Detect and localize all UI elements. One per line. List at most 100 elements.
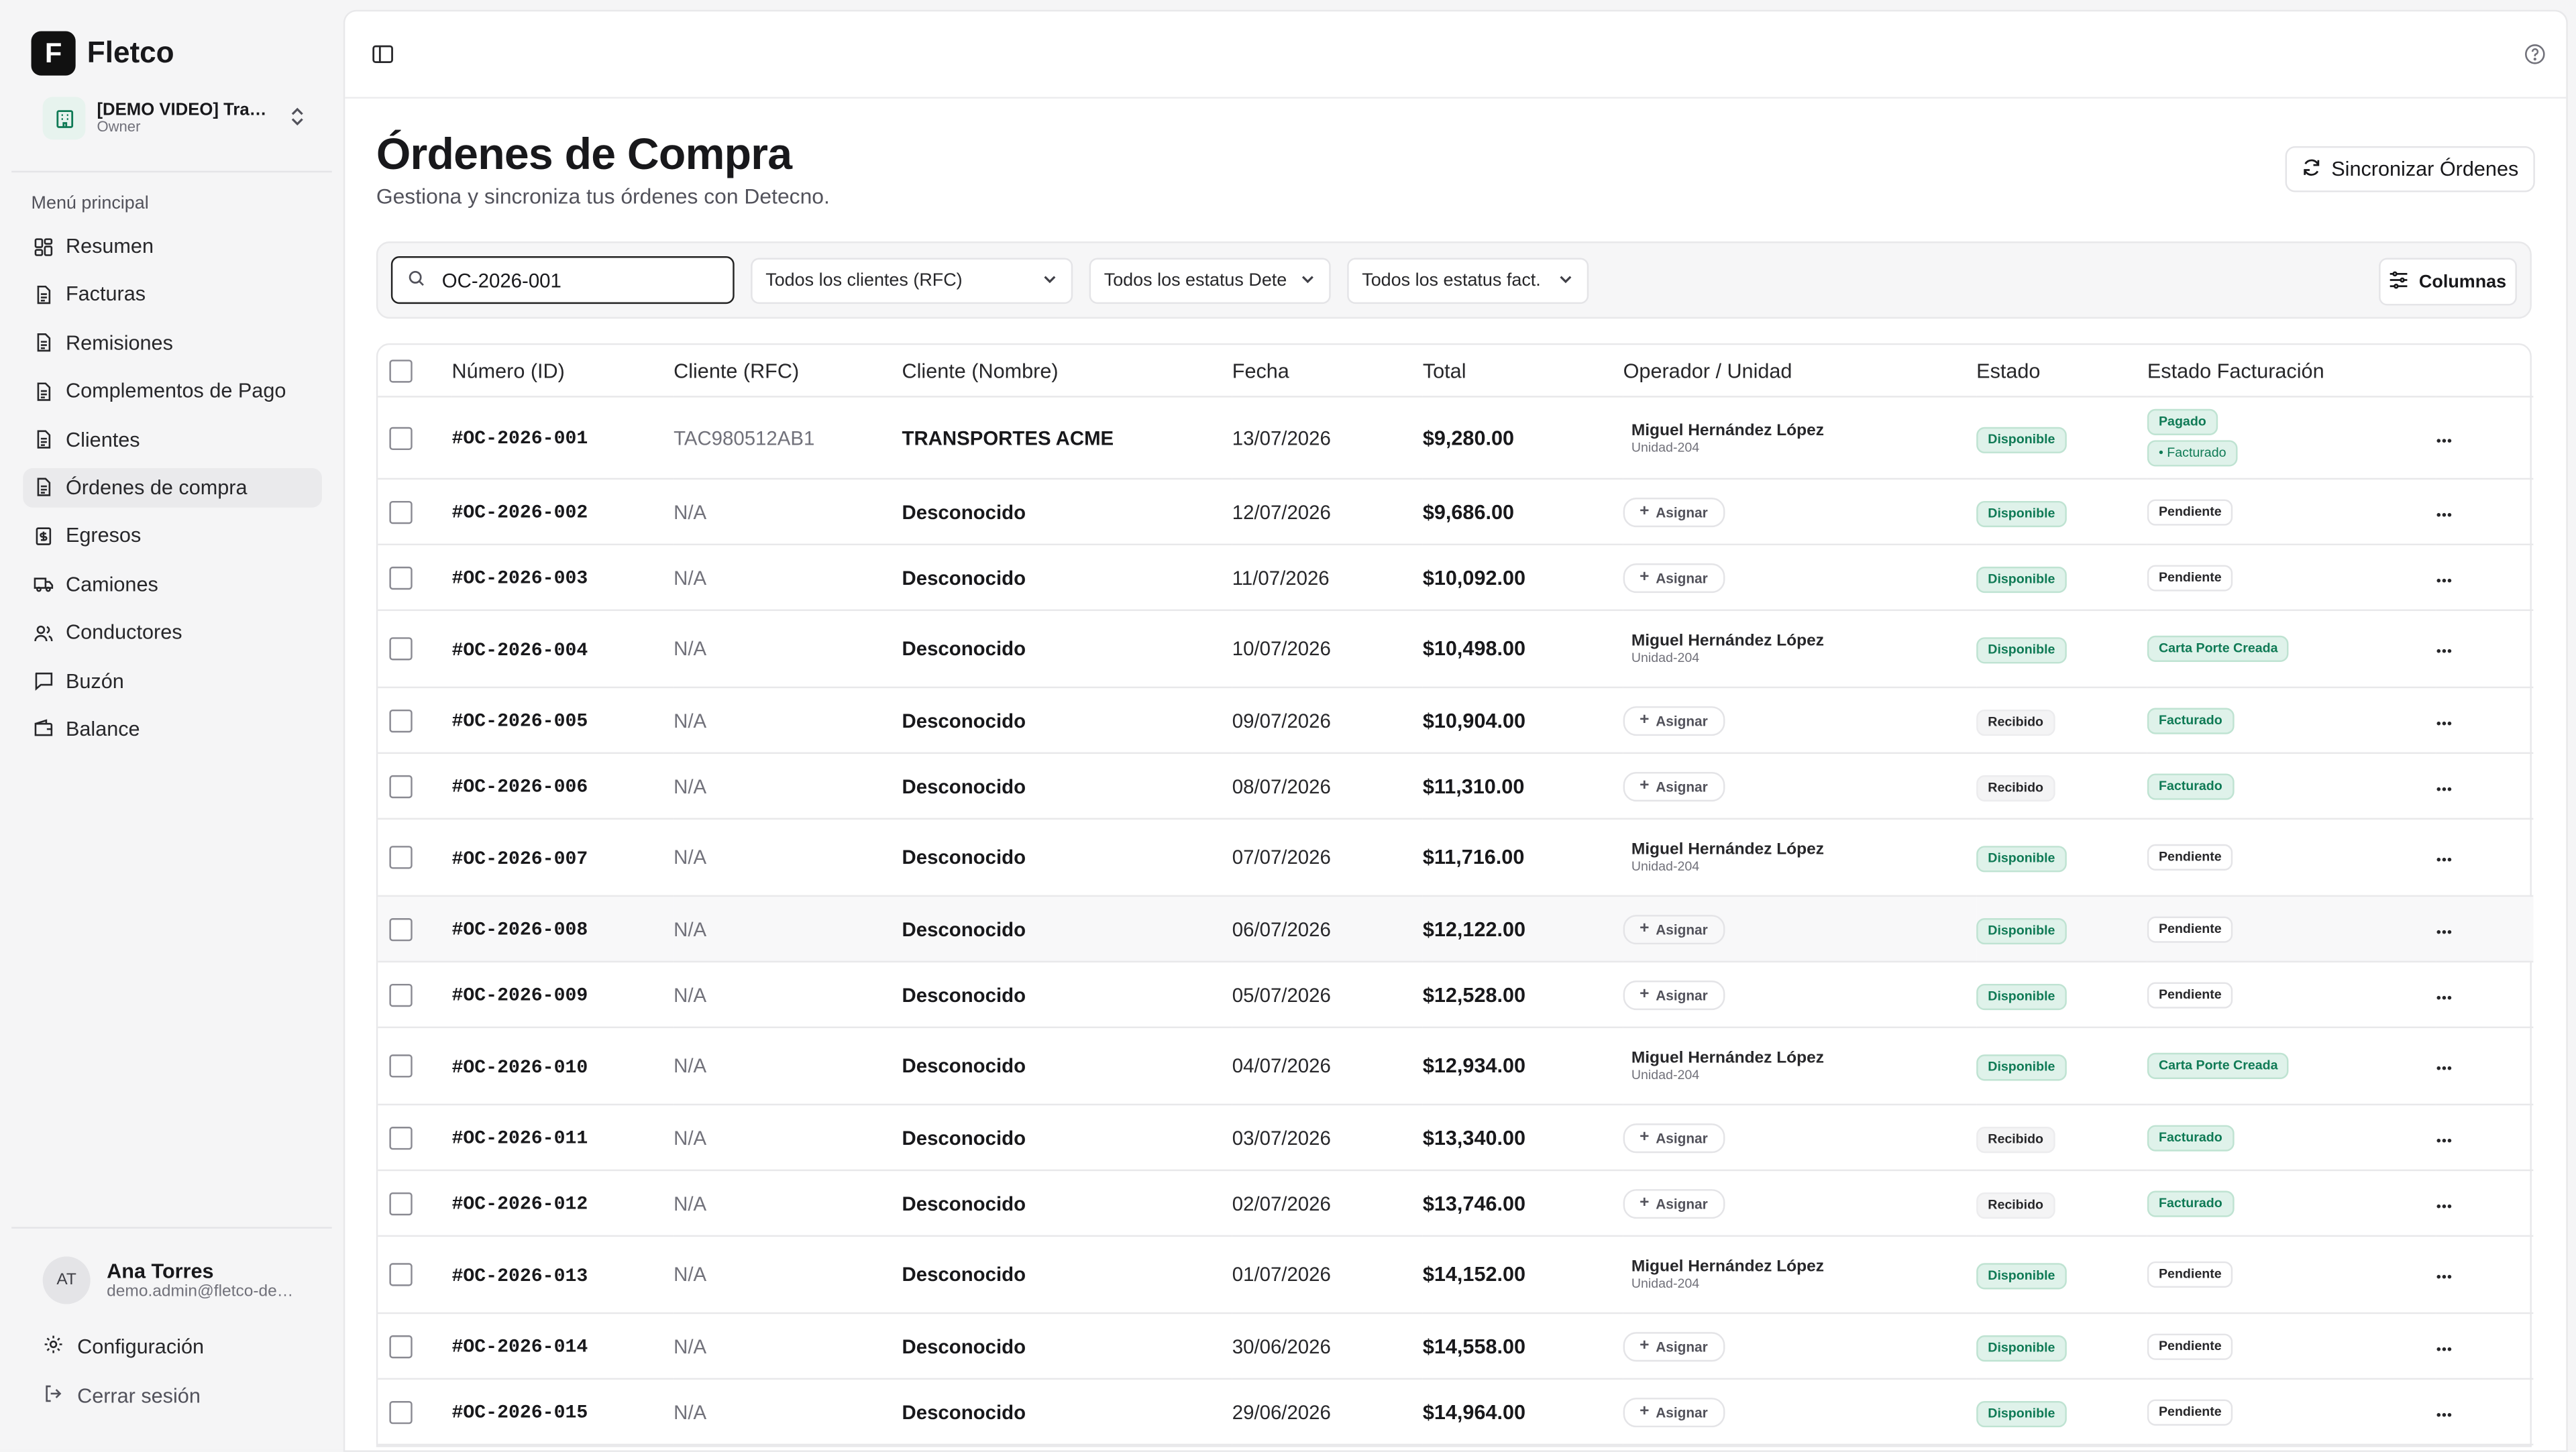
more-actions-icon[interactable]: ••• bbox=[2436, 1407, 2453, 1422]
assign-button[interactable]: + Asignar bbox=[1623, 771, 1725, 801]
column-header[interactable]: Fecha bbox=[1232, 345, 1423, 398]
order-id[interactable]: #OC-2026-008 bbox=[451, 919, 588, 941]
row-checkbox[interactable] bbox=[389, 637, 413, 661]
table-row[interactable]: #OC-2026-003 N/A Desconocido 11/07/2026 $10,… bbox=[378, 544, 2534, 612]
more-actions-icon[interactable]: ••• bbox=[2436, 781, 2453, 795]
sidebar-item[interactable]: Balance bbox=[23, 710, 322, 749]
table-row[interactable]: #OC-2026-004 N/A Desconocido 10/07/2026 $10,… bbox=[378, 610, 2534, 689]
column-header[interactable]: Cliente (RFC) bbox=[674, 345, 902, 398]
sidebar-item[interactable]: Buzón bbox=[23, 661, 322, 701]
sidebar-item[interactable]: Remisiones bbox=[23, 323, 322, 363]
search-input[interactable] bbox=[438, 266, 708, 294]
logout-link[interactable]: Cerrar sesión bbox=[43, 1383, 201, 1409]
column-header[interactable]: Número (ID) bbox=[451, 345, 674, 398]
columns-button[interactable]: Columnas bbox=[2379, 258, 2517, 306]
table-row[interactable]: #OC-2026-006 N/A Desconocido 08/07/2026 $11,… bbox=[378, 752, 2534, 820]
search-box[interactable] bbox=[390, 256, 735, 304]
more-actions-icon[interactable]: ••• bbox=[2436, 852, 2453, 867]
row-checkbox[interactable] bbox=[389, 1334, 413, 1358]
order-id[interactable]: #OC-2026-011 bbox=[451, 1128, 588, 1150]
org-switcher[interactable]: [DEMO VIDEO] Transportes Owner bbox=[42, 94, 306, 143]
row-checkbox[interactable] bbox=[389, 426, 413, 449]
order-id[interactable]: #OC-2026-004 bbox=[451, 640, 588, 661]
brand[interactable]: F Fletco bbox=[31, 31, 174, 76]
more-actions-icon[interactable]: ••• bbox=[2436, 1198, 2453, 1213]
row-checkbox[interactable] bbox=[389, 917, 413, 941]
order-id[interactable]: #OC-2026-005 bbox=[451, 711, 588, 732]
sync-orders-button[interactable]: Sincronizar Órdenes bbox=[2285, 146, 2535, 192]
table-row[interactable]: #OC-2026-011 N/A Desconocido 03/07/2026 $13,… bbox=[378, 1104, 2534, 1172]
more-actions-icon[interactable]: ••• bbox=[2436, 990, 2453, 1005]
client-filter-select[interactable]: Todos los clientes (RFC) bbox=[751, 258, 1073, 304]
table-row[interactable]: #OC-2026-005 N/A Desconocido 09/07/2026 $10,… bbox=[378, 687, 2534, 755]
operator-info[interactable]: Miguel Hernández López Unidad-204 bbox=[1623, 1050, 1977, 1082]
table-row[interactable]: #OC-2026-012 N/A Desconocido 02/07/2026 $13,… bbox=[378, 1170, 2534, 1237]
operator-info[interactable]: Miguel Hernández López Unidad-204 bbox=[1623, 421, 1977, 454]
table-row[interactable]: #OC-2026-013 N/A Desconocido 01/07/2026 $14,… bbox=[378, 1235, 2534, 1315]
order-id[interactable]: #OC-2026-012 bbox=[451, 1194, 588, 1215]
order-id[interactable]: #OC-2026-009 bbox=[451, 985, 588, 1007]
more-actions-icon[interactable]: ••• bbox=[2436, 507, 2453, 522]
row-checkbox[interactable] bbox=[389, 708, 413, 732]
table-row[interactable]: #OC-2026-002 N/A Desconocido 12/07/2026 $9,6… bbox=[378, 478, 2534, 546]
more-actions-icon[interactable]: ••• bbox=[2436, 1133, 2453, 1148]
assign-button[interactable]: + Asignar bbox=[1623, 1188, 1725, 1218]
assign-button[interactable]: + Asignar bbox=[1623, 562, 1725, 592]
row-checkbox[interactable] bbox=[389, 983, 413, 1007]
order-id[interactable]: #OC-2026-010 bbox=[451, 1057, 588, 1078]
row-checkbox[interactable] bbox=[389, 1054, 413, 1078]
more-actions-icon[interactable]: ••• bbox=[2436, 1061, 2453, 1076]
select-all-checkbox[interactable] bbox=[389, 359, 413, 382]
more-actions-icon[interactable]: ••• bbox=[2436, 644, 2453, 659]
table-row[interactable]: #OC-2026-009 N/A Desconocido 05/07/2026 $12,… bbox=[378, 961, 2534, 1029]
assign-button[interactable]: + Asignar bbox=[1623, 913, 1725, 944]
row-checkbox[interactable] bbox=[389, 1400, 413, 1424]
column-header[interactable]: Total bbox=[1422, 345, 1623, 398]
order-id[interactable]: #OC-2026-007 bbox=[451, 848, 588, 870]
assign-button[interactable]: + Asignar bbox=[1623, 705, 1725, 735]
column-header[interactable]: Cliente (Nombre) bbox=[902, 345, 1232, 398]
column-header[interactable]: Operador / Unidad bbox=[1623, 345, 1977, 398]
order-id[interactable]: #OC-2026-001 bbox=[451, 429, 588, 450]
operator-info[interactable]: Miguel Hernández López Unidad-204 bbox=[1623, 841, 1977, 874]
row-checkbox[interactable] bbox=[389, 1125, 413, 1150]
table-row[interactable]: #OC-2026-001 TAC980512AB1 TRANSPORTES ACME… bbox=[378, 396, 2534, 480]
order-id[interactable]: #OC-2026-006 bbox=[451, 777, 588, 798]
assign-button[interactable]: + Asignar bbox=[1623, 979, 1725, 1009]
row-checkbox[interactable] bbox=[389, 774, 413, 797]
sidebar-item[interactable]: Facturas bbox=[23, 275, 322, 315]
assign-button[interactable]: + Asignar bbox=[1623, 1331, 1725, 1361]
table-row[interactable]: #OC-2026-014 N/A Desconocido 30/06/2026 $14,… bbox=[378, 1313, 2534, 1380]
sidebar-toggle-icon[interactable] bbox=[371, 43, 394, 71]
row-checkbox[interactable] bbox=[389, 500, 413, 524]
more-actions-icon[interactable]: ••• bbox=[2436, 716, 2453, 730]
row-checkbox[interactable] bbox=[389, 1263, 413, 1286]
sidebar-item[interactable]: Egresos bbox=[23, 516, 322, 556]
order-id[interactable]: #OC-2026-014 bbox=[451, 1337, 588, 1358]
settings-link[interactable]: Configuración bbox=[43, 1334, 204, 1360]
operator-info[interactable]: Miguel Hernández López Unidad-204 bbox=[1623, 632, 1977, 665]
assign-button[interactable]: + Asignar bbox=[1623, 1122, 1725, 1152]
sidebar-item[interactable]: Resumen bbox=[23, 227, 322, 266]
more-actions-icon[interactable]: ••• bbox=[2436, 572, 2453, 587]
order-id[interactable]: #OC-2026-013 bbox=[451, 1266, 588, 1287]
column-header[interactable]: Estado bbox=[1976, 345, 2147, 398]
sidebar-item[interactable]: Camiones bbox=[23, 565, 322, 604]
more-actions-icon[interactable]: ••• bbox=[2436, 433, 2453, 447]
more-actions-icon[interactable]: ••• bbox=[2436, 924, 2453, 939]
assign-button[interactable]: + Asignar bbox=[1623, 496, 1725, 526]
assign-button[interactable]: + Asignar bbox=[1623, 1396, 1725, 1427]
sidebar-item[interactable]: Clientes bbox=[23, 420, 322, 459]
table-row[interactable]: #OC-2026-015 N/A Desconocido 29/06/2026 $14,… bbox=[378, 1378, 2534, 1446]
status-filter-select[interactable]: Todos los estatus Dete bbox=[1089, 258, 1331, 304]
more-actions-icon[interactable]: ••• bbox=[2436, 1341, 2453, 1356]
table-row[interactable]: #OC-2026-008 N/A Desconocido 06/07/2026 $12,… bbox=[378, 895, 2534, 963]
order-id[interactable]: #OC-2026-015 bbox=[451, 1402, 588, 1424]
order-id[interactable]: #OC-2026-003 bbox=[451, 568, 588, 590]
user-profile[interactable]: AT Ana Torres demo.admin@fletco-demo.com bbox=[42, 1256, 301, 1304]
column-header[interactable]: Estado Facturación bbox=[2147, 345, 2436, 398]
table-row[interactable]: #OC-2026-007 N/A Desconocido 07/07/2026 $11,… bbox=[378, 818, 2534, 897]
sidebar-item[interactable]: Conductores bbox=[23, 613, 322, 653]
row-checkbox[interactable] bbox=[389, 1191, 413, 1215]
sidebar-item[interactable]: Complementos de Pago bbox=[23, 372, 322, 411]
